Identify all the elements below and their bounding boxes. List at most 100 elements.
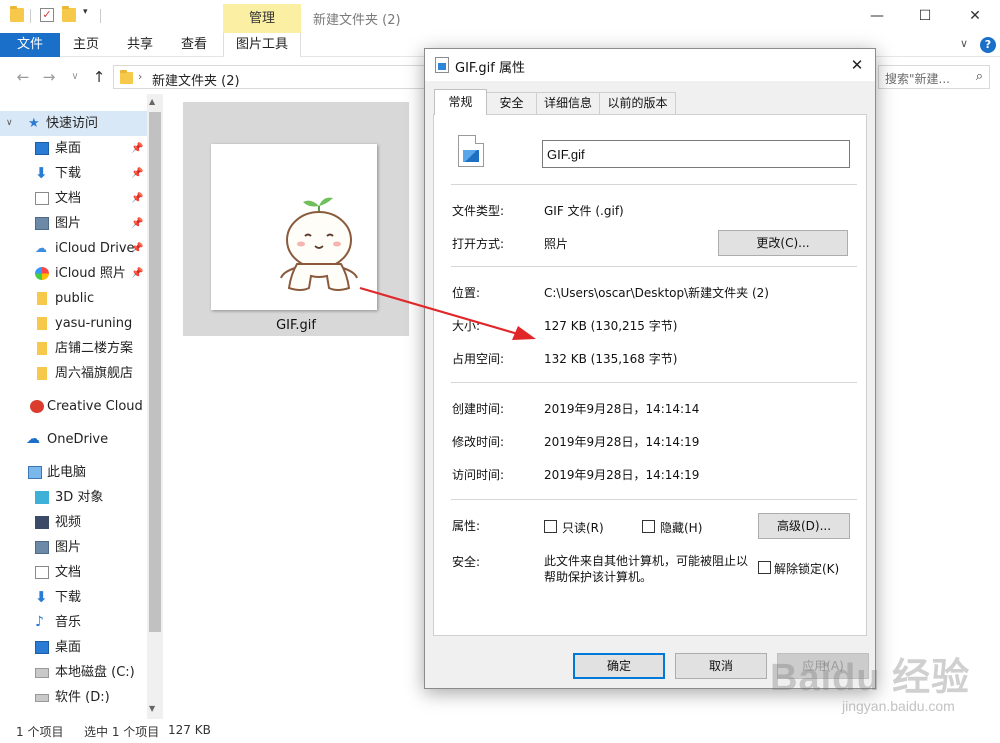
file-name-field[interactable] bbox=[542, 140, 850, 168]
onedrive-icon: ☁ bbox=[26, 431, 40, 447]
search-icon[interactable]: ⌕ bbox=[976, 69, 983, 84]
sidebar-item-desktop[interactable]: 桌面 📌 bbox=[0, 136, 147, 161]
unblock-label[interactable]: 解除锁定(K) bbox=[774, 560, 839, 577]
file-item[interactable]: GIF.gif bbox=[183, 102, 409, 336]
sidebar-item-videos[interactable]: 视频 bbox=[0, 510, 147, 535]
pin-icon[interactable]: 📌 bbox=[131, 161, 143, 186]
size-value: 127 KB (130,215 字节) bbox=[544, 319, 678, 333]
document-icon bbox=[35, 566, 49, 579]
address-text: 新建文件夹 (2) bbox=[152, 74, 240, 89]
dialog-title-bar[interactable]: GIF.gif 属性 ✕ bbox=[425, 49, 875, 81]
sidebar-item-pc-downloads[interactable]: ⬇ 下载 bbox=[0, 585, 147, 610]
hidden-label[interactable]: 隐藏(H) bbox=[660, 519, 702, 536]
tab-file[interactable]: 文件 bbox=[0, 33, 60, 57]
tab-home[interactable]: 主页 bbox=[62, 33, 110, 57]
tab-picture-tools[interactable]: 图片工具 bbox=[223, 33, 301, 57]
sidebar-item-icloud-photos[interactable]: iCloud 照片 📌 bbox=[0, 261, 147, 286]
sidebar-item-public[interactable]: public bbox=[0, 286, 147, 311]
folder-icon bbox=[120, 70, 133, 84]
sidebar-item-pictures[interactable]: 图片 📌 bbox=[0, 211, 147, 236]
tab-security[interactable]: 安全 bbox=[486, 92, 537, 114]
sidebar-item-quick-access[interactable]: ∨ ★ 快速访问 bbox=[0, 111, 147, 136]
sidebar-item-label: 此电脑 bbox=[47, 465, 87, 480]
creative-cloud-icon bbox=[30, 400, 44, 413]
close-icon[interactable]: ✕ bbox=[845, 53, 869, 77]
forward-icon[interactable]: → bbox=[40, 68, 58, 86]
cancel-button[interactable]: 取消 bbox=[675, 653, 767, 679]
pin-icon[interactable]: 📌 bbox=[131, 211, 143, 236]
hidden-checkbox[interactable] bbox=[642, 520, 655, 533]
scroll-thumb[interactable] bbox=[149, 112, 161, 632]
tab-previous-versions[interactable]: 以前的版本 bbox=[599, 92, 676, 114]
sidebar-item-creative-cloud[interactable]: Creative Cloud F bbox=[0, 394, 154, 419]
sidebar-item-pc-pictures[interactable]: 图片 bbox=[0, 535, 147, 560]
open-with-label: 打开方式: bbox=[452, 237, 505, 251]
pin-icon[interactable]: 📌 bbox=[131, 236, 143, 261]
up-icon[interactable]: ↑ bbox=[90, 68, 108, 86]
folder-icon bbox=[10, 6, 24, 22]
sidebar-item-onedrive[interactable]: ☁ OneDrive bbox=[0, 427, 147, 452]
security-message: 此文件来自其他计算机，可能被阻止以帮助保护该计算机。 bbox=[544, 554, 749, 584]
chevron-down-icon[interactable]: ∨ bbox=[960, 37, 974, 51]
folder-icon bbox=[37, 367, 47, 380]
properties-icon[interactable]: ✓ bbox=[40, 8, 54, 22]
drive-icon bbox=[35, 694, 49, 702]
readonly-label[interactable]: 只读(R) bbox=[562, 519, 604, 536]
open-with-value: 照片 bbox=[544, 237, 569, 251]
baidu-watermark: Baidu 经验 jingyan.baidu.com bbox=[770, 640, 992, 730]
context-tab-manage[interactable]: 管理 bbox=[223, 4, 301, 33]
dialog-title: GIF.gif 属性 bbox=[455, 61, 526, 76]
sidebar-item-pc-desktop[interactable]: 桌面 bbox=[0, 635, 147, 660]
scroll-down-icon[interactable]: ▼ bbox=[149, 704, 155, 713]
sidebar-item-pc-documents[interactable]: 文档 bbox=[0, 560, 147, 585]
mascot-image bbox=[280, 197, 358, 291]
address-bar[interactable]: › 新建文件夹 (2) bbox=[113, 65, 433, 89]
sidebar-item-downloads[interactable]: ⬇ 下载 📌 bbox=[0, 161, 147, 186]
modified-value: 2019年9月28日，14:14:19 bbox=[544, 435, 700, 449]
pin-icon[interactable]: 📌 bbox=[131, 261, 143, 286]
drive-icon bbox=[35, 668, 49, 678]
music-icon: ♪ bbox=[35, 614, 44, 630]
pin-icon[interactable]: 📌 bbox=[131, 136, 143, 161]
chevron-down-icon[interactable]: ∨ bbox=[6, 111, 13, 136]
cube-icon bbox=[35, 491, 49, 504]
readonly-checkbox[interactable] bbox=[544, 520, 557, 533]
download-icon: ⬇ bbox=[35, 588, 48, 606]
sidebar-item-3d-objects[interactable]: 3D 对象 bbox=[0, 485, 147, 510]
chevron-right-icon[interactable]: › bbox=[138, 70, 142, 83]
recent-locations-icon[interactable]: ∨ bbox=[66, 68, 84, 86]
change-button[interactable]: 更改(C)... bbox=[718, 230, 848, 256]
sidebar-item-drive-d[interactable]: 软件 (D:) bbox=[0, 685, 147, 710]
nav-scrollbar[interactable]: ▲ ▼ bbox=[147, 94, 163, 719]
file-name-label: GIF.gif bbox=[276, 318, 316, 333]
back-icon[interactable]: ← bbox=[14, 68, 32, 86]
maximize-icon[interactable]: ☐ bbox=[910, 4, 940, 28]
scroll-up-icon[interactable]: ▲ bbox=[149, 97, 155, 106]
close-icon[interactable]: ✕ bbox=[960, 4, 990, 28]
tab-general[interactable]: 常规 bbox=[434, 89, 487, 115]
unblock-checkbox[interactable] bbox=[758, 561, 771, 574]
sidebar-item-flagship-store[interactable]: 周六福旗舰店 bbox=[0, 361, 147, 386]
customize-quick-access-icon[interactable]: ▾ bbox=[83, 7, 88, 17]
tab-share[interactable]: 共享 bbox=[116, 33, 164, 57]
sidebar-item-documents[interactable]: 文档 📌 bbox=[0, 186, 147, 211]
sidebar-item-music[interactable]: ♪ 音乐 bbox=[0, 610, 147, 635]
tab-view[interactable]: 查看 bbox=[170, 33, 218, 57]
search-input[interactable]: 搜索"新建... ⌕ bbox=[878, 65, 990, 89]
picture-icon bbox=[35, 217, 49, 230]
minimize-icon[interactable]: — bbox=[862, 4, 892, 28]
sidebar-item-this-pc[interactable]: 此电脑 bbox=[0, 460, 147, 485]
folder-icon bbox=[37, 342, 47, 355]
ok-button[interactable]: 确定 bbox=[573, 653, 665, 679]
sidebar-item-drive-c[interactable]: 本地磁盘 (C:) bbox=[0, 660, 147, 685]
sidebar-item-yasu-runing[interactable]: yasu-runing bbox=[0, 311, 147, 336]
sidebar-item-store-plan[interactable]: 店铺二楼方案 bbox=[0, 336, 147, 361]
advanced-button[interactable]: 高级(D)... bbox=[758, 513, 850, 539]
file-type-label: 文件类型: bbox=[452, 204, 505, 218]
sidebar-item-icloud-drive[interactable]: ☁ iCloud Drive 📌 bbox=[0, 236, 147, 261]
help-icon[interactable]: ? bbox=[980, 37, 996, 53]
tab-details[interactable]: 详细信息 bbox=[536, 92, 600, 114]
new-folder-icon[interactable] bbox=[62, 6, 76, 22]
pin-icon[interactable]: 📌 bbox=[131, 186, 143, 211]
quick-access-separator bbox=[30, 9, 31, 23]
